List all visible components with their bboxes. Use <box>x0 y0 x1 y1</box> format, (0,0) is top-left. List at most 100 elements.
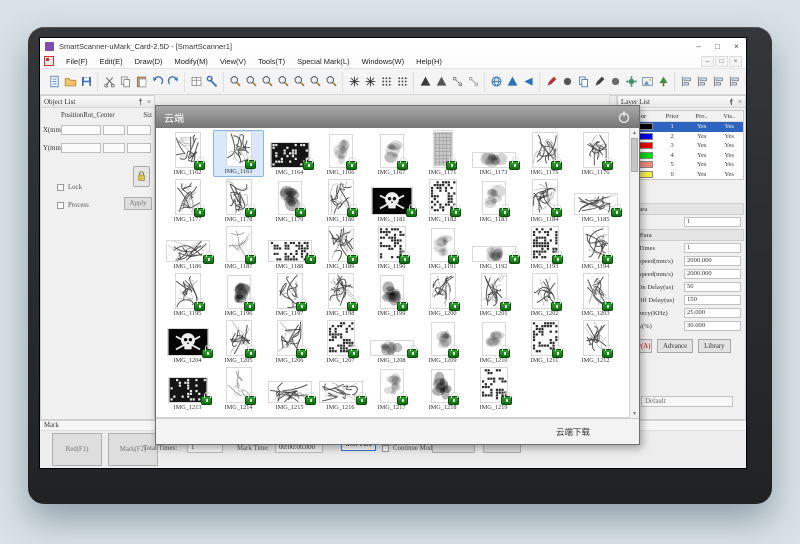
cloud-image-item[interactable]: IMG_1171 <box>417 130 468 177</box>
lock-checkbox[interactable] <box>57 184 64 191</box>
cloud-image-item[interactable]: IMG_1162 <box>162 130 213 177</box>
fill-grid-icon[interactable] <box>379 74 394 89</box>
cloud-image-item[interactable]: IMG_1176 <box>570 130 621 177</box>
menu-help[interactable]: Help(H) <box>410 57 448 66</box>
settings-wrench-icon[interactable] <box>205 74 220 89</box>
menu-file[interactable]: File(F) <box>60 57 94 66</box>
image-import-icon[interactable] <box>640 74 655 89</box>
cloud-image-item[interactable]: IMG_1206 <box>264 318 315 365</box>
cloud-image-item[interactable]: IMG_1197 <box>264 271 315 318</box>
mdi-minimize-button[interactable]: – <box>701 56 714 67</box>
cloud-image-item[interactable]: IMG_1177 <box>162 177 213 224</box>
scrollbar-thumb[interactable] <box>631 138 638 172</box>
cloud-image-item[interactable]: IMG_1186 <box>162 224 213 271</box>
zoom-selection-icon[interactable] <box>292 74 307 89</box>
cloud-image-item[interactable]: IMG_1191 <box>417 224 468 271</box>
export-green-icon[interactable] <box>656 74 671 89</box>
mark-preview-icon[interactable] <box>347 74 362 89</box>
param-value-input[interactable]: 30.000 <box>684 321 741 331</box>
object-table-icon[interactable] <box>189 74 204 89</box>
cloud-image-item[interactable]: IMG_1179 <box>264 177 315 224</box>
paste-icon[interactable] <box>134 74 149 89</box>
continue-mode-checkbox[interactable] <box>382 445 389 452</box>
hatch-icon[interactable] <box>418 74 433 89</box>
scroll-down-icon[interactable]: ▼ <box>630 409 639 418</box>
cloud-image-item[interactable]: IMG_1203 <box>570 271 621 318</box>
cloud-image-item[interactable]: IMG_1178 <box>213 177 264 224</box>
mark-frame-icon[interactable] <box>363 74 378 89</box>
array-grid-icon[interactable] <box>395 74 410 89</box>
cloud-image-item[interactable]: IMG_1193 <box>519 224 570 271</box>
close-button[interactable]: × <box>727 38 746 54</box>
cloud-image-item[interactable]: IMG_1190 <box>366 224 417 271</box>
cloud-image-item[interactable]: IMG_1216 <box>315 365 366 412</box>
param-value-input[interactable]: 1 <box>684 243 741 253</box>
cloud-image-item[interactable]: IMG_1195 <box>162 271 213 318</box>
menu-tools[interactable]: Tools(T) <box>252 57 291 66</box>
zoom-window-icon[interactable] <box>260 74 275 89</box>
zoom-in-icon[interactable] <box>228 74 243 89</box>
minimize-button[interactable]: – <box>689 38 708 54</box>
param-value-input[interactable]: 2000.000 <box>684 269 741 279</box>
align-center-v-icon[interactable] <box>743 74 747 89</box>
cloud-image-item[interactable]: IMG_1164 <box>264 130 315 177</box>
cloud-image-item[interactable]: IMG_1219 <box>468 365 519 412</box>
cloud-image-item[interactable]: IMG_1214 <box>213 365 264 412</box>
cursor-arrow-icon[interactable] <box>592 74 607 89</box>
cone-icon[interactable] <box>521 74 536 89</box>
menu-windows[interactable]: Windows(W) <box>356 57 411 66</box>
red-light-button[interactable]: Red(F1) <box>52 433 102 466</box>
cloud-image-item[interactable]: IMG_1184 <box>519 177 570 224</box>
cloud-image-item[interactable]: IMG_1185 <box>570 177 621 224</box>
close-panel-icon[interactable]: × <box>738 98 742 106</box>
pin-icon[interactable] <box>728 98 735 106</box>
cloud-image-item[interactable]: IMG_1196 <box>213 271 264 318</box>
simulate-globe-icon[interactable] <box>489 74 504 89</box>
mdi-close-button[interactable]: × <box>729 56 742 67</box>
x-rot-input[interactable] <box>103 125 125 135</box>
dark-circle-icon[interactable] <box>560 74 575 89</box>
align-left-icon[interactable] <box>679 74 694 89</box>
align-top-icon[interactable] <box>727 74 742 89</box>
cloud-image-item[interactable]: IMG_1205 <box>213 318 264 365</box>
cloud-image-item[interactable]: IMG_1192 <box>468 224 519 271</box>
library-button[interactable]: Library <box>698 339 730 353</box>
y-position-input[interactable] <box>61 143 101 153</box>
curve-edit-icon[interactable] <box>466 74 481 89</box>
cloud-image-item[interactable]: IMG_1211 <box>519 318 570 365</box>
apply-button[interactable]: Apply <box>124 197 152 210</box>
cloud-image-item[interactable]: IMG_1210 <box>468 318 519 365</box>
menu-view[interactable]: View(V) <box>214 57 252 66</box>
red-pen-icon[interactable] <box>544 74 559 89</box>
save-file-icon[interactable] <box>79 74 94 89</box>
close-panel-icon[interactable]: × <box>147 98 151 106</box>
copy-icon[interactable] <box>118 74 133 89</box>
cloud-image-item[interactable]: IMG_1198 <box>315 271 366 318</box>
cloud-image-item[interactable]: IMG_1175 <box>519 130 570 177</box>
cloud-image-item[interactable]: IMG_1204 <box>162 318 213 365</box>
cloud-image-item[interactable]: IMG_1212 <box>570 318 621 365</box>
align-center-h-icon[interactable] <box>695 74 710 89</box>
y-size-input[interactable] <box>127 143 151 153</box>
scroll-up-icon[interactable]: ▲ <box>630 128 639 137</box>
zoom-dynamic-icon[interactable] <box>324 74 339 89</box>
cut-icon[interactable] <box>102 74 117 89</box>
cloud-image-item[interactable]: IMG_1202 <box>519 271 570 318</box>
maximize-button[interactable]: □ <box>708 38 727 54</box>
laser-triangle-icon[interactable] <box>505 74 520 89</box>
zoom-one-to-one-icon[interactable] <box>308 74 323 89</box>
param-value-input[interactable]: 25.000 <box>684 308 741 318</box>
process-checkbox[interactable] <box>57 202 64 209</box>
fill-dark-icon[interactable] <box>434 74 449 89</box>
open-file-icon[interactable] <box>63 74 78 89</box>
cloud-image-item[interactable]: IMG_1163 <box>213 130 264 177</box>
align-right-icon[interactable] <box>711 74 726 89</box>
param-value-input[interactable]: 2000.000 <box>684 256 741 266</box>
blob-icon[interactable] <box>608 74 623 89</box>
cloud-image-item[interactable]: IMG_1209 <box>417 318 468 365</box>
cloud-image-item[interactable]: IMG_1218 <box>417 365 468 412</box>
cloud-image-item[interactable]: IMG_1189 <box>315 224 366 271</box>
pin-icon[interactable] <box>137 98 144 106</box>
new-file-icon[interactable] <box>47 74 62 89</box>
advance-button[interactable]: Advance <box>657 339 693 353</box>
